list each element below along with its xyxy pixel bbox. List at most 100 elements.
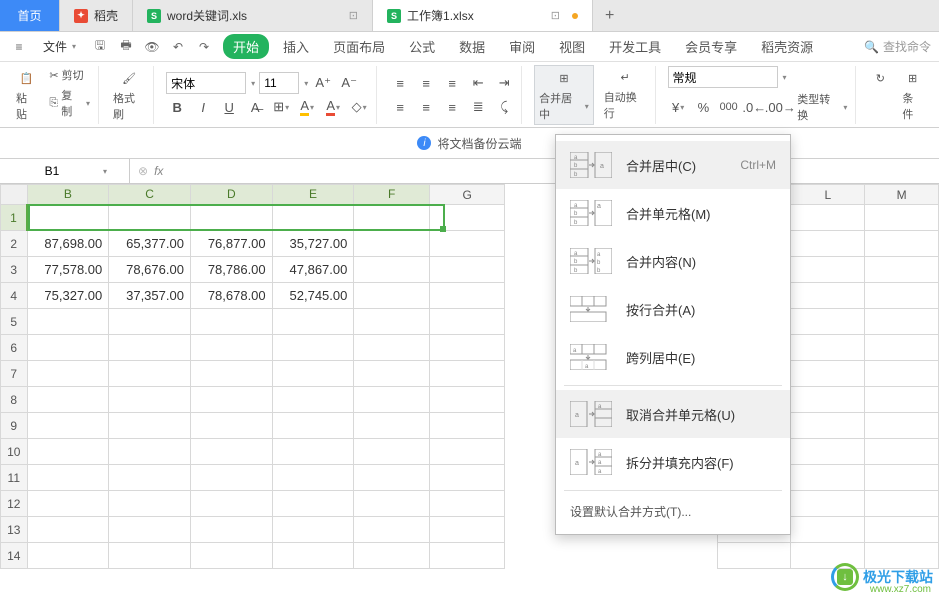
- menu-tab-vip[interactable]: 会员专享: [675, 34, 747, 59]
- number-format-combo[interactable]: [668, 66, 778, 88]
- tab-home[interactable]: 首页: [0, 0, 60, 31]
- row-head-12[interactable]: 12: [1, 491, 28, 517]
- font-name-combo[interactable]: [166, 72, 246, 94]
- col-head-C[interactable]: C: [109, 185, 191, 205]
- indent-right-button[interactable]: ⇥: [493, 72, 515, 94]
- comma-button[interactable]: 000: [718, 96, 739, 118]
- cell[interactable]: 78,786.00: [190, 257, 272, 283]
- col-head-M[interactable]: M: [865, 185, 939, 205]
- type-convert-button[interactable]: 类型转换▾: [795, 90, 849, 124]
- menu-tab-review[interactable]: 审阅: [499, 34, 545, 59]
- spreadsheet-grid[interactable]: B C D E F G K L M 1 287,698.0065,377.007…: [0, 184, 939, 569]
- cell[interactable]: 47,867.00: [272, 257, 354, 283]
- fx-icon[interactable]: fx: [154, 164, 163, 178]
- select-all-corner[interactable]: [1, 185, 28, 205]
- merge-item-unmerge[interactable]: aa 取消合并单元格(U): [556, 390, 790, 438]
- font-color-button[interactable]: A▾: [322, 96, 344, 118]
- cell[interactable]: 77,578.00: [27, 257, 109, 283]
- row-head-9[interactable]: 9: [1, 413, 28, 439]
- menu-tab-resource[interactable]: 稻壳资源: [751, 34, 823, 59]
- menu-tab-start[interactable]: 开始: [223, 34, 269, 59]
- row-head-13[interactable]: 13: [1, 517, 28, 543]
- preview-icon[interactable]: 👁: [141, 36, 163, 58]
- copy-button[interactable]: ⎘复制▾: [47, 86, 92, 120]
- align-left-button[interactable]: ≡: [389, 96, 411, 118]
- format-painter-button[interactable]: 🖌 格式刷: [111, 66, 147, 124]
- underline-button[interactable]: U: [218, 96, 240, 118]
- more-font-button[interactable]: A̶: [244, 96, 266, 118]
- tab-file-2[interactable]: S 工作簿1.xlsx ⊡: [373, 0, 593, 31]
- chevron-down-icon[interactable]: ▾: [103, 167, 107, 176]
- align-bottom-button[interactable]: ≡: [441, 72, 463, 94]
- print-icon[interactable]: 🖶: [115, 36, 137, 58]
- tab-add-button[interactable]: +: [593, 7, 626, 25]
- merge-item-across[interactable]: aa 跨列居中(E): [556, 333, 790, 381]
- chevron-down-icon[interactable]: ▾: [783, 73, 787, 82]
- col-head-F[interactable]: F: [354, 185, 430, 205]
- merge-item-cells[interactable]: abba 合并单元格(M): [556, 189, 790, 237]
- increase-decimal-button[interactable]: .00→: [769, 96, 791, 118]
- close-icon[interactable]: ⊡: [349, 9, 358, 22]
- border-button[interactable]: ⊞▾: [270, 96, 292, 118]
- redo-icon[interactable]: ↷: [193, 36, 215, 58]
- menu-tab-formula[interactable]: 公式: [399, 34, 445, 59]
- align-center-button[interactable]: ≡: [415, 96, 437, 118]
- clear-format-button[interactable]: ◇▾: [348, 96, 370, 118]
- row-head-2[interactable]: 2: [1, 231, 28, 257]
- cell[interactable]: 76,877.00: [190, 231, 272, 257]
- menu-tab-insert[interactable]: 插入: [273, 34, 319, 59]
- cell[interactable]: 78,676.00: [109, 257, 191, 283]
- align-top-button[interactable]: ≡: [389, 72, 411, 94]
- cell[interactable]: 78,678.00: [190, 283, 272, 309]
- align-right-button[interactable]: ≡: [441, 96, 463, 118]
- italic-button[interactable]: I: [192, 96, 214, 118]
- tab-daoke[interactable]: ✦ 稻壳: [60, 0, 133, 31]
- row-head-11[interactable]: 11: [1, 465, 28, 491]
- cell[interactable]: 37,357.00: [109, 283, 191, 309]
- align-justify-button[interactable]: ≣: [467, 96, 489, 118]
- cell[interactable]: 75,327.00: [27, 283, 109, 309]
- rotate-button[interactable]: ↻: [868, 66, 892, 124]
- menu-tab-layout[interactable]: 页面布局: [323, 34, 395, 59]
- row-head-1[interactable]: 1: [1, 205, 28, 231]
- save-icon[interactable]: 🖫: [89, 36, 111, 58]
- decrease-font-button[interactable]: A⁻: [338, 72, 360, 94]
- decrease-decimal-button[interactable]: .0←: [743, 96, 765, 118]
- row-head-3[interactable]: 3: [1, 257, 28, 283]
- increase-font-button[interactable]: A⁺: [312, 72, 334, 94]
- row-head-10[interactable]: 10: [1, 439, 28, 465]
- file-menu[interactable]: 文件 ▾: [34, 37, 85, 56]
- row-head-4[interactable]: 4: [1, 283, 28, 309]
- tab-file-1[interactable]: S word关键词.xls ⊡: [133, 0, 373, 31]
- row-head-8[interactable]: 8: [1, 387, 28, 413]
- row-head-14[interactable]: 14: [1, 543, 28, 569]
- search-label[interactable]: 查找命令: [883, 38, 931, 55]
- search-icon[interactable]: 🔍: [864, 40, 879, 54]
- undo-icon[interactable]: ↶: [167, 36, 189, 58]
- cell[interactable]: 52,745.00: [272, 283, 354, 309]
- menu-tab-view[interactable]: 视图: [549, 34, 595, 59]
- conditional-format-button[interactable]: ⊞ 条件: [900, 66, 925, 124]
- menu-tab-data[interactable]: 数据: [449, 34, 495, 59]
- merge-item-content[interactable]: abbabb 合并内容(N): [556, 237, 790, 285]
- indent-left-button[interactable]: ⇤: [467, 72, 489, 94]
- percent-button[interactable]: %: [693, 96, 714, 118]
- align-middle-button[interactable]: ≡: [415, 72, 437, 94]
- col-head-B[interactable]: B: [27, 185, 109, 205]
- font-size-combo[interactable]: [259, 72, 299, 94]
- merge-item-rows[interactable]: 按行合并(A): [556, 285, 790, 333]
- cut-button[interactable]: ✂剪切: [47, 66, 92, 84]
- col-head-L[interactable]: L: [791, 185, 865, 205]
- bold-button[interactable]: B: [166, 96, 188, 118]
- cancel-icon[interactable]: ⊗: [138, 164, 148, 178]
- menu-icon[interactable]: ≡: [8, 36, 30, 58]
- cell-reference-input[interactable]: [2, 164, 102, 178]
- merge-item-split-fill[interactable]: aaaa 拆分并填充内容(F): [556, 438, 790, 486]
- paste-button[interactable]: 📋 粘贴: [14, 66, 39, 124]
- col-head-E[interactable]: E: [272, 185, 354, 205]
- row-head-7[interactable]: 7: [1, 361, 28, 387]
- merge-center-button[interactable]: ⊞ 合并居中▾: [534, 65, 594, 125]
- chevron-down-icon[interactable]: ▾: [251, 79, 255, 88]
- orientation-button[interactable]: ⤹: [493, 96, 515, 118]
- col-head-G[interactable]: G: [429, 185, 505, 205]
